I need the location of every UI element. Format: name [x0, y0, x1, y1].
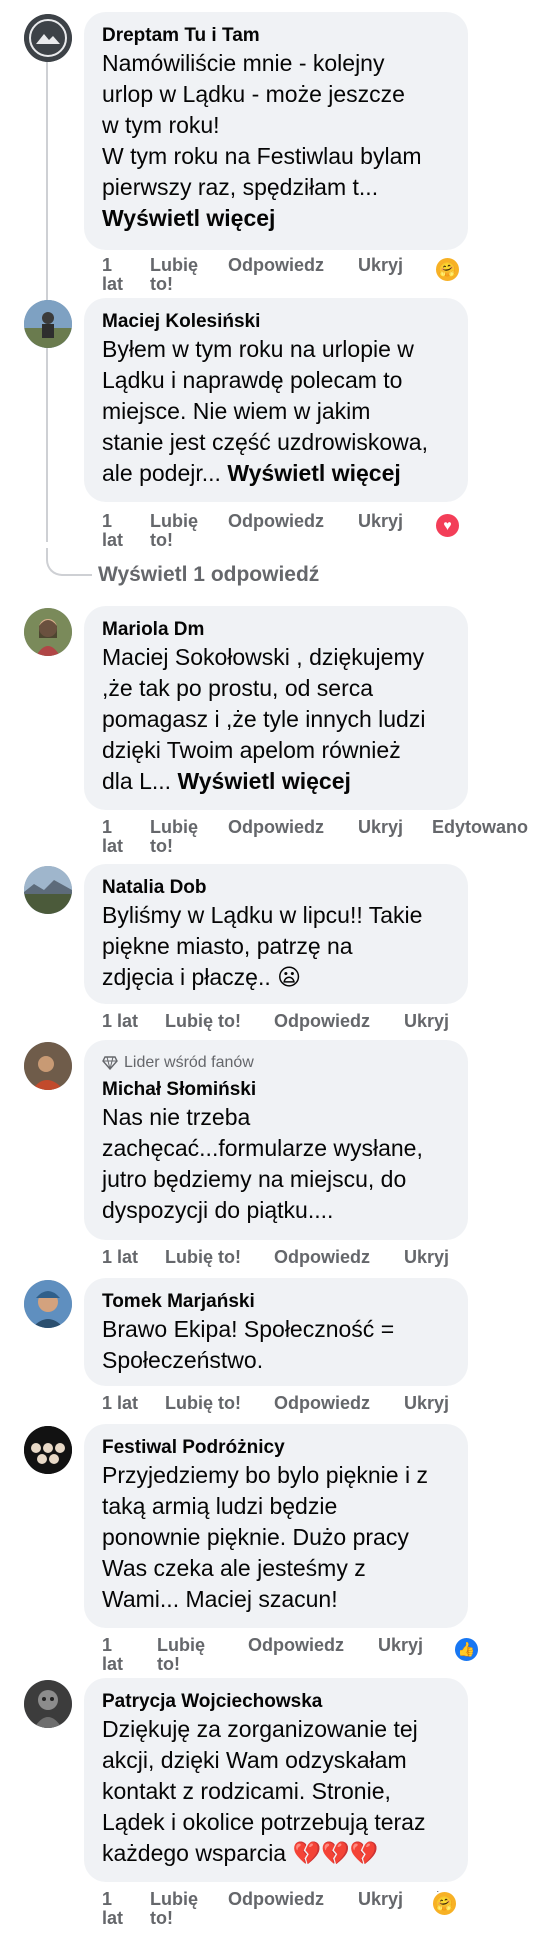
comment-actions: 1 lat Lubię to! Odpowiedz Ukryj 9 👍 ♥	[102, 511, 534, 552]
comment-text: Dziękuję za zorganizowanie tej akcji, dz…	[102, 1716, 426, 1866]
hide-button[interactable]: Ukryj	[358, 512, 403, 531]
comment-actions: 1 lat Lubię to! Odpowiedz Ukryj 2 👍	[102, 1635, 534, 1676]
like-button[interactable]: Lubię to!	[165, 1394, 241, 1413]
like-button-line2[interactable]: to!	[150, 275, 173, 294]
care-reaction-icon: 🤗	[434, 256, 461, 283]
comment-text: Namówiliście mnie - kolejny urlop w Lądk…	[102, 48, 450, 234]
reply-button[interactable]: Odpowiedz	[274, 1012, 370, 1031]
comment-author[interactable]: Mariola Dm	[102, 618, 450, 642]
diamond-icon	[102, 1056, 118, 1070]
hide-button[interactable]: Ukryj	[358, 818, 403, 837]
hide-button[interactable]: Ukryj	[358, 1890, 403, 1909]
reply-button[interactable]: Odpowiedz	[228, 256, 324, 275]
timestamp[interactable]: 1 lat	[102, 1012, 138, 1031]
like-button-line2[interactable]: to!	[150, 837, 173, 856]
comment-bubble: Patrycja Wojciechowska Dziękuję za zorga…	[84, 1678, 468, 1882]
avatar[interactable]	[24, 1280, 72, 1328]
reply-button[interactable]: Odpowiedz	[228, 1890, 324, 1909]
edited-label[interactable]: Edytowano	[432, 818, 528, 837]
comment-bubble: Dreptam Tu i Tam Namówiliście mnie - kol…	[84, 12, 468, 250]
timestamp-line2[interactable]: lat	[102, 275, 123, 294]
avatar[interactable]	[24, 14, 72, 62]
comment-text: Byliśmy w Lądku w lipcu!! Takie piękne m…	[102, 902, 423, 990]
timestamp[interactable]: 1 lat	[102, 1394, 138, 1413]
timestamp[interactable]: 1 lat	[102, 1248, 138, 1267]
like-button-line1[interactable]: Lubię	[150, 256, 198, 275]
comment-author[interactable]: Tomek Marjański	[102, 1290, 450, 1314]
timestamp-line1[interactable]: 1	[102, 1890, 112, 1909]
thread-connector	[46, 548, 92, 576]
hide-button[interactable]: Ukryj	[358, 256, 403, 275]
comment-text: Nas nie trzeba zachęcać...formularze wys…	[102, 1104, 423, 1223]
reply-button[interactable]: Odpowiedz	[274, 1394, 370, 1413]
comment-text: Brawo Ekipa! Społeczność = Społeczeństwo…	[102, 1316, 395, 1373]
reply-button[interactable]: Odpowiedz	[274, 1248, 370, 1267]
comment-text: Maciej Sokołowski , dziękujemy ,że tak p…	[102, 642, 450, 797]
comment-bubble: Natalia Dob Byliśmy w Lądku w lipcu!! Ta…	[84, 864, 468, 1004]
comment-actions: 1 lat Lubię to! Odpowiedz Ukryj 7 ♥ 👍 🤗	[102, 1889, 534, 1930]
comment-bubble: Maciej Kolesiński Byłem w tym roku na ur…	[84, 298, 468, 502]
comment-bubble: Festiwal Podróżnicy Przyjedziemy bo bylo…	[84, 1424, 468, 1628]
like-button-line1[interactable]: Lubię	[150, 1890, 198, 1909]
fan-badge-label: Lider wśród fanów	[124, 1054, 254, 1071]
like-button-line2[interactable]: to!	[150, 531, 173, 550]
like-button-line2[interactable]: to!	[150, 1909, 173, 1928]
timestamp-line2[interactable]: lat	[102, 837, 123, 856]
like-button-line2[interactable]: to!	[157, 1655, 180, 1674]
hide-button[interactable]: Ukryj	[378, 1636, 423, 1655]
avatar[interactable]	[24, 1042, 72, 1090]
hide-button[interactable]: Ukryj	[404, 1012, 449, 1031]
see-more-link[interactable]: Wyświetl więcej	[177, 768, 350, 794]
avatar[interactable]	[24, 608, 72, 656]
timestamp-line1[interactable]: 1	[102, 1636, 112, 1655]
love-reaction-icon: ♥	[434, 512, 461, 539]
like-button[interactable]: Lubię to!	[165, 1012, 241, 1031]
comment-author[interactable]: Natalia Dob	[102, 876, 450, 900]
timestamp-line2[interactable]: lat	[102, 1909, 123, 1928]
like-button-line1[interactable]: Lubię	[157, 1636, 205, 1655]
comment-text: Byłem w tym roku na urlopie w Lądku i na…	[102, 334, 450, 489]
see-more-link[interactable]: Wyświetl więcej	[227, 460, 400, 486]
comment-author[interactable]: Patrycja Wojciechowska	[102, 1690, 450, 1714]
comment-actions: 1 lat Lubię to! Odpowiedz Ukryj Edytowan…	[102, 818, 534, 858]
comment-bubble: Lider wśród fanów Michał Słomiński Nas n…	[84, 1040, 468, 1240]
comment-author[interactable]: Maciej Kolesiński	[102, 310, 450, 334]
comment-body: Namówiliście mnie - kolejny urlop w Lądk…	[102, 50, 422, 200]
comment-text: Przyjedziemy bo bylo pięknie i z taką ar…	[102, 1462, 428, 1612]
reply-button[interactable]: Odpowiedz	[228, 818, 324, 837]
comment-author[interactable]: Festiwal Podróżnicy	[102, 1436, 450, 1460]
reply-button[interactable]: Odpowiedz	[228, 512, 324, 531]
timestamp-line1[interactable]: 1	[102, 818, 112, 837]
like-button-line1[interactable]: Lubię	[150, 512, 198, 531]
reply-button[interactable]: Odpowiedz	[248, 1636, 344, 1655]
avatar[interactable]	[24, 1426, 72, 1474]
timestamp-line1[interactable]: 1	[102, 256, 112, 275]
like-button[interactable]: Lubię to!	[165, 1248, 241, 1267]
care-reaction-icon: 🤗	[431, 1890, 458, 1917]
timestamp-line2[interactable]: lat	[102, 531, 123, 550]
like-button-line1[interactable]: Lubię	[150, 818, 198, 837]
fan-badge: Lider wśród fanów	[102, 1052, 450, 1074]
see-more-link[interactable]: Wyświetl więcej	[102, 205, 275, 231]
hide-button[interactable]: Ukryj	[404, 1394, 449, 1413]
comment-bubble: Mariola Dm Maciej Sokołowski , dziękujem…	[84, 606, 468, 810]
avatar[interactable]	[24, 866, 72, 914]
avatar[interactable]	[24, 300, 72, 348]
timestamp-line2[interactable]: lat	[102, 1655, 123, 1674]
like-reaction-icon: 👍	[453, 1636, 480, 1663]
comment-author[interactable]: Dreptam Tu i Tam	[102, 24, 450, 48]
comment-author[interactable]: Michał Słomiński	[102, 1078, 450, 1102]
avatar[interactable]	[24, 1680, 72, 1728]
timestamp-line1[interactable]: 1	[102, 512, 112, 531]
hide-button[interactable]: Ukryj	[404, 1248, 449, 1267]
comment-bubble: Tomek Marjański Brawo Ekipa! Społeczność…	[84, 1278, 468, 1386]
view-replies-link[interactable]: Wyświetl 1 odpowiedź	[98, 563, 319, 587]
comment-actions: 1 lat Lubię to! Odpowiedz Ukryj 4 👍 🤗	[102, 255, 534, 296]
